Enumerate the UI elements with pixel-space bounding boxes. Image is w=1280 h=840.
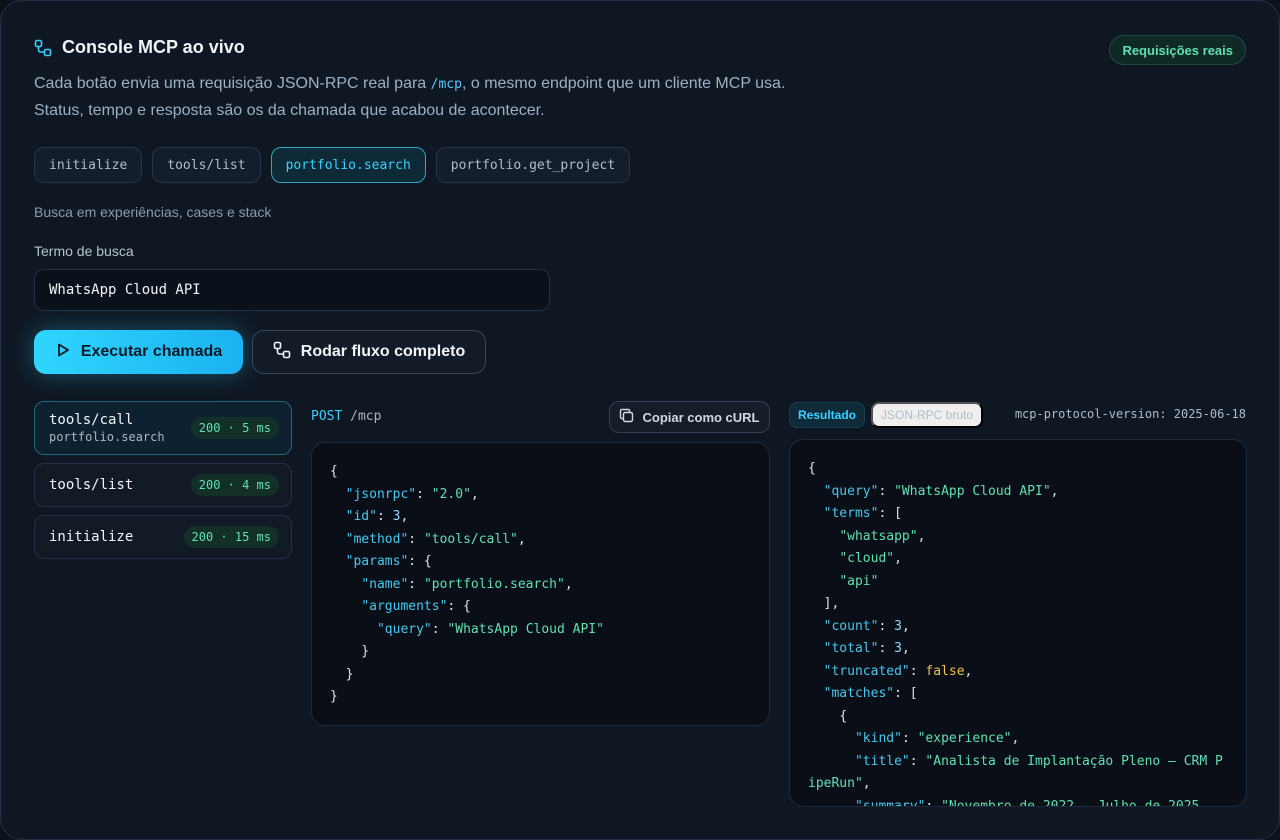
run-call-label: Executar chamada: [80, 343, 223, 360]
header: Console MCP ao vivo: [34, 37, 245, 58]
request-json: { "jsonrpc": "2.0", "id": 3, "method": "…: [330, 464, 604, 704]
search-label: Termo de busca: [34, 243, 134, 259]
method-hint: Busca em experiências, cases e stack: [34, 204, 272, 220]
method-initialize[interactable]: initialize: [34, 147, 143, 183]
history-item[interactable]: tools/list 200 · 4 ms: [34, 463, 292, 507]
flow-nodes-icon: [34, 39, 52, 57]
history-item[interactable]: tools/call portfolio.search 200 · 5 ms: [34, 401, 292, 455]
run-full-flow-button[interactable]: Rodar fluxo completo: [252, 330, 486, 374]
copy-curl-label: Copiar como cURL: [642, 409, 760, 425]
copy-icon: [619, 408, 634, 426]
http-verb: POST: [311, 409, 343, 424]
request-body-panel: { "jsonrpc": "2.0", "id": 3, "method": "…: [311, 442, 770, 726]
request-path: /mcp: [350, 409, 382, 424]
history-method: tools/list: [49, 477, 134, 493]
play-icon: [55, 342, 71, 363]
run-call-button[interactable]: Executar chamada: [34, 330, 243, 374]
history-status: 200 · 5 ms: [190, 417, 279, 439]
status-badge: Requisições reais: [1109, 35, 1246, 65]
response-tabs: Resultado JSON-RPC bruto: [789, 402, 984, 428]
method-tools-list[interactable]: tools/list: [152, 147, 261, 183]
history-status: 200 · 4 ms: [190, 474, 279, 496]
method-portfolio-search[interactable]: portfolio.search: [270, 147, 426, 183]
search-input[interactable]: [34, 269, 550, 311]
response-body-panel[interactable]: { "query": "WhatsApp Cloud API", "terms"…: [789, 439, 1247, 807]
history-status: 200 · 15 ms: [183, 526, 279, 548]
flow-nodes-icon: [273, 341, 291, 364]
history-method: initialize: [49, 529, 134, 545]
mcp-console-panel: Console MCP ao vivo Requisições reais Ca…: [0, 0, 1280, 840]
endpoint-path: /mcp: [430, 77, 462, 92]
method-portfolio-get-project[interactable]: portfolio.get_project: [435, 147, 631, 183]
history-item[interactable]: initialize 200 · 15 ms: [34, 515, 292, 559]
call-history: tools/call portfolio.search 200 · 5 ms t…: [34, 401, 292, 567]
copy-curl-button[interactable]: Copiar como cURL: [609, 401, 770, 433]
run-full-flow-label: Rodar fluxo completo: [300, 343, 466, 360]
page-description: Cada botão envia uma requisição JSON-RPC…: [34, 71, 814, 124]
method-selector: initialize tools/list portfolio.search p…: [34, 147, 631, 183]
tab-result[interactable]: Resultado: [789, 402, 866, 428]
tab-raw-jsonrpc[interactable]: JSON-RPC bruto: [871, 402, 984, 428]
page-title: Console MCP ao vivo: [62, 37, 245, 57]
protocol-version: mcp-protocol-version: 2025-06-18: [1014, 407, 1246, 421]
request-line: POST /mcp: [311, 409, 381, 424]
description-text: Cada botão envia uma requisição JSON-RPC…: [34, 75, 431, 92]
response-json: { "query": "WhatsApp Cloud API", "terms"…: [808, 461, 1223, 807]
